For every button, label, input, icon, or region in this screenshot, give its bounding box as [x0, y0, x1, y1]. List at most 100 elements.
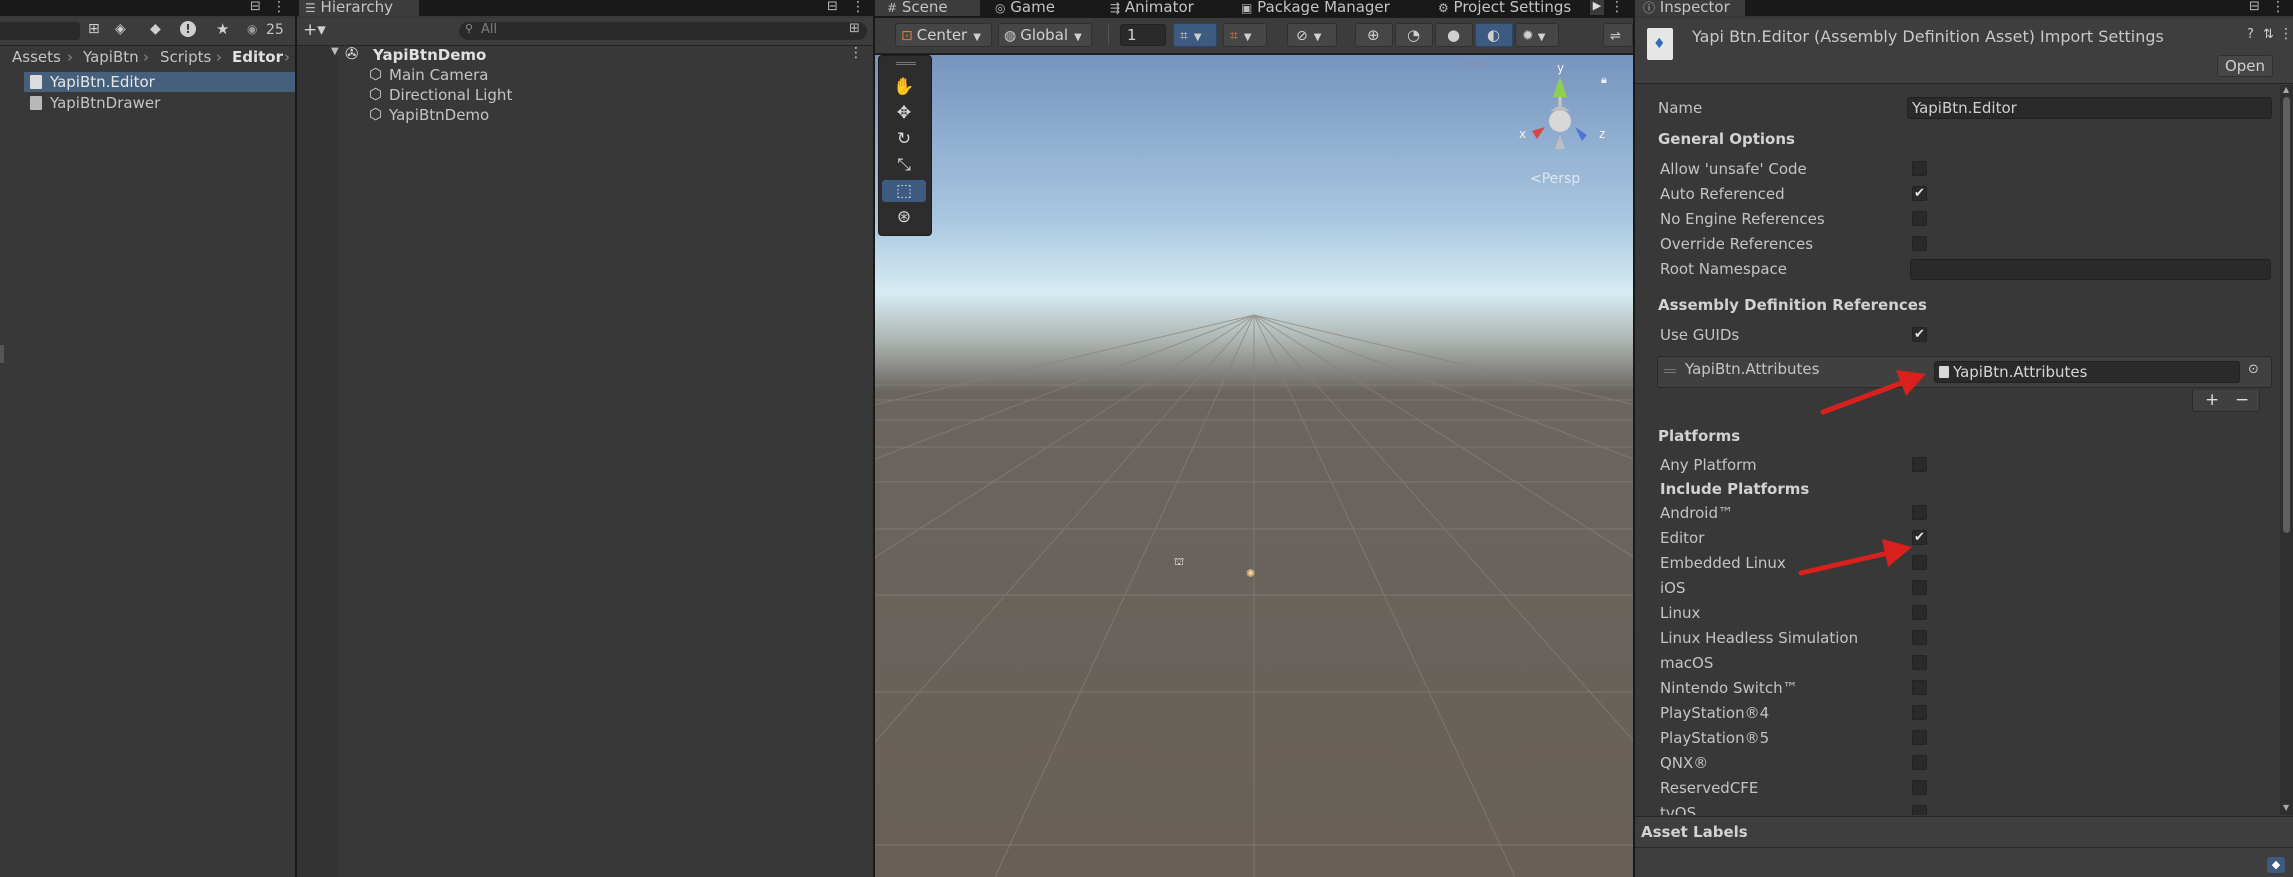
header-menu-icon[interactable]: ⋮ — [2279, 26, 2293, 42]
presets-icon[interactable]: ⇅ — [2263, 27, 2274, 42]
breadcrumb-item-current[interactable]: Editor — [232, 48, 283, 66]
no-engine-references-checkbox[interactable] — [1912, 211, 1927, 226]
scale-tool-button[interactable]: ⤡ — [882, 154, 926, 176]
tab-menu-icon[interactable]: ⋮ — [851, 0, 865, 15]
platform-checkbox[interactable] — [1912, 805, 1927, 815]
scene-fx-toggle[interactable]: ⇌ — [1603, 23, 1633, 47]
platform-label: QNX® — [1660, 754, 1709, 772]
include-platforms-header: Include Platforms — [1660, 480, 1810, 498]
tab-project-settings[interactable]: ⚙ Project Settings — [1438, 0, 1588, 16]
platform-checkbox[interactable] — [1912, 505, 1927, 520]
rotate-tool-button[interactable]: ↻ — [882, 128, 926, 150]
snap-toggle[interactable]: ⌗ ▼ — [1223, 23, 1267, 47]
tab-menu-icon[interactable]: ⋮ — [272, 0, 286, 15]
tab-menu-icon[interactable]: ⋮ — [2271, 0, 2285, 15]
scrollbar-thumb[interactable] — [2283, 97, 2290, 533]
wireframe-toggle[interactable]: ◔ — [1395, 23, 1433, 47]
tab-scene[interactable]: # Scene — [875, 0, 980, 16]
use-guids-checkbox[interactable]: ✔ — [1912, 327, 1927, 342]
splitter-handle[interactable] — [0, 345, 4, 363]
platform-checkbox[interactable] — [1912, 605, 1927, 620]
name-input[interactable]: YapiBtn.Editor — [1907, 97, 2272, 119]
scene-name: YapiBtnDemo — [373, 46, 487, 64]
gameobject-name: Directional Light — [389, 86, 513, 104]
breadcrumb-item[interactable]: YapiBtn — [83, 48, 139, 66]
auto-referenced-checkbox[interactable]: ✔ — [1912, 186, 1927, 201]
tab-hierarchy[interactable]: ☰ Hierarchy — [299, 0, 419, 16]
scroll-up-icon[interactable]: ▲ — [2283, 85, 2289, 94]
tab-animator[interactable]: ⇶ Animator — [1110, 0, 1220, 16]
root-namespace-input[interactable] — [1910, 259, 2271, 280]
hierarchy-item[interactable]: ⬡ Directional Light — [337, 85, 873, 105]
tab-menu-icon[interactable]: ⋮ — [1610, 0, 1624, 15]
asset-labels-header[interactable]: Asset Labels — [1641, 823, 1748, 841]
pivot-label: Center — [916, 26, 968, 44]
reference-object-field[interactable]: YapiBtn.Attributes — [1934, 361, 2240, 383]
label-tag-icon[interactable]: ◆ — [2267, 857, 2285, 873]
lit-toggle[interactable]: ◐ — [1475, 23, 1513, 47]
platform-checkbox[interactable] — [1912, 730, 1927, 745]
favorite-star-icon[interactable]: ★ — [216, 20, 229, 38]
breadcrumb-item[interactable]: Scripts — [160, 48, 211, 66]
platform-checkbox[interactable] — [1912, 630, 1927, 645]
file-list-item[interactable]: YapiBtnDrawer — [24, 93, 295, 113]
tool-settings-dropdown[interactable]: ⊘ ▼ — [1287, 23, 1337, 47]
palette-drag-handle[interactable] — [896, 62, 916, 65]
hierarchy-item[interactable]: ⬡ Main Camera — [337, 65, 873, 85]
platform-checkbox[interactable] — [1912, 780, 1927, 795]
platform-checkbox[interactable] — [1912, 680, 1927, 695]
filter-by-label-icon[interactable]: ◈ — [115, 21, 126, 37]
rect-tool-button[interactable]: ⬚ — [882, 180, 926, 202]
scene-viewport[interactable]: ⛫ ✺ ✋ ✥ ↻ ⤡ ⬚ ⊛ 🔒︎ y x z <Persp — [875, 55, 1633, 877]
create-dropdown[interactable]: +▾ — [303, 20, 326, 40]
scene-root-row[interactable]: ▼ ✇ YapiBtnDemo ⋮ — [331, 44, 873, 65]
expand-arrow-icon[interactable]: ▼ — [331, 46, 339, 57]
hand-tool-button[interactable]: ✋ — [882, 76, 926, 98]
tab-overflow-icon[interactable]: ▶ — [1590, 0, 1604, 15]
hidden-count-icon[interactable]: ◉ — [247, 22, 257, 36]
chevron-down-icon: ▼ — [1313, 32, 1322, 43]
grid-snap-input[interactable]: 1 — [1120, 24, 1166, 46]
file-list-item-selected[interactable]: YapiBtn.Editor — [24, 72, 295, 92]
tab-inspector[interactable]: ⓘ Inspector — [1635, 0, 1745, 16]
object-picker-icon[interactable]: ⊙ — [2248, 362, 2259, 377]
reorder-handle[interactable] — [1664, 369, 1676, 373]
debug-draw-dropdown[interactable]: ✹ ▼ — [1515, 23, 1559, 47]
remove-reference-button[interactable]: − — [2235, 390, 2249, 410]
add-reference-button[interactable]: + — [2205, 390, 2219, 410]
orientation-gizmo[interactable] — [1515, 65, 1605, 165]
search-by-type-icon[interactable]: ⊞ — [88, 21, 100, 37]
project-search-field[interactable] — [0, 22, 80, 40]
search-by-type-icon[interactable]: ⊞ — [849, 21, 860, 36]
scroll-down-icon[interactable]: ▼ — [2283, 803, 2289, 812]
tag-icon[interactable]: ◆ — [150, 21, 161, 37]
platform-checkbox[interactable] — [1912, 755, 1927, 770]
pivot-dropdown[interactable]: ⊡ Center ▼ — [895, 23, 992, 47]
lock-icon[interactable]: ⊟ — [2249, 0, 2260, 14]
help-icon[interactable]: ? — [2247, 27, 2254, 42]
orientation-toggle[interactable]: ⊕ — [1355, 23, 1393, 47]
hierarchy-item[interactable]: ⬡ YapiBtnDemo — [337, 105, 873, 125]
overlay-menu-handle[interactable] — [1465, 63, 1485, 66]
grid-toggle[interactable]: ⌗ ▼ — [1173, 23, 1217, 47]
error-icon[interactable]: ! — [180, 21, 196, 37]
scene-menu-icon[interactable]: ⋮ — [849, 45, 863, 61]
tab-game[interactable]: ◎ Game — [995, 0, 1085, 16]
transform-tool-button[interactable]: ⊛ — [882, 206, 926, 228]
hierarchy-search-input[interactable]: ⚲ All ⊞ — [459, 21, 867, 40]
any-platform-checkbox[interactable] — [1912, 457, 1927, 472]
breadcrumb-item[interactable]: Assets — [12, 48, 61, 66]
allow-unsafe-checkbox[interactable] — [1912, 161, 1927, 176]
inspector-scrollbar[interactable]: ▲ ▼ — [2280, 85, 2293, 815]
platform-checkbox[interactable] — [1912, 655, 1927, 670]
open-button[interactable]: Open — [2217, 55, 2273, 77]
space-dropdown[interactable]: ◍ Global ▼ — [998, 23, 1092, 47]
override-references-checkbox[interactable] — [1912, 236, 1927, 251]
tab-package-manager[interactable]: ▣ Package Manager — [1241, 0, 1411, 16]
move-tool-button[interactable]: ✥ — [882, 102, 926, 124]
lock-icon[interactable]: ⊟ — [250, 0, 261, 14]
platform-checkbox[interactable] — [1912, 705, 1927, 720]
perspective-toggle[interactable]: <Persp — [1530, 171, 1580, 187]
shaded-toggle[interactable]: ● — [1435, 23, 1473, 47]
lock-icon[interactable]: ⊟ — [827, 0, 838, 14]
